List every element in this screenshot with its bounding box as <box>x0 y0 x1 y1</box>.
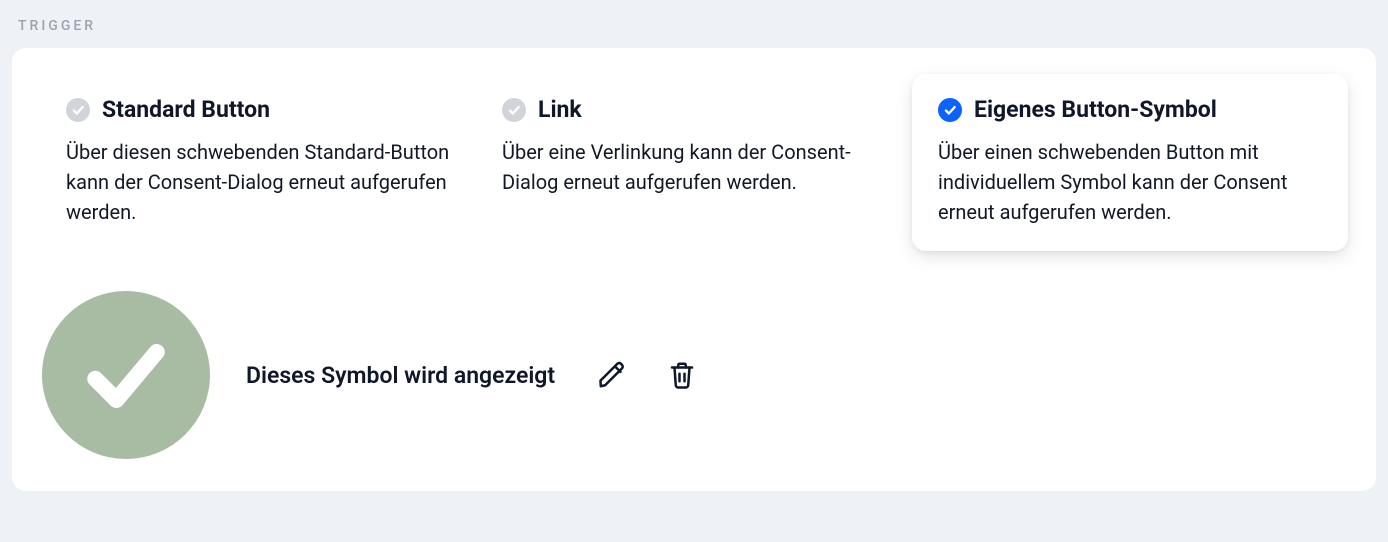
symbol-preview-image <box>42 291 210 459</box>
radio-unchecked-icon <box>66 98 90 122</box>
option-header: Link <box>502 96 886 123</box>
delete-button[interactable] <box>661 354 703 396</box>
option-custom-button-symbol[interactable]: Eigenes Button-Symbol Über einen schwebe… <box>912 74 1348 251</box>
symbol-preview-row: Dieses Symbol wird angezeigt <box>40 291 1348 459</box>
option-standard-button[interactable]: Standard Button Über diesen schwebenden … <box>40 74 476 251</box>
symbol-caption: Dieses Symbol wird angezeigt <box>246 362 555 389</box>
option-description: Über einen schwebenden Button mit indivi… <box>938 137 1322 227</box>
option-header: Standard Button <box>66 96 450 123</box>
option-link[interactable]: Link Über eine Verlinkung kann der Conse… <box>476 74 912 251</box>
option-header: Eigenes Button-Symbol <box>938 96 1322 123</box>
edit-button[interactable] <box>591 354 633 396</box>
option-description: Über eine Verlinkung kann der Consent-Di… <box>502 137 886 197</box>
option-description: Über diesen schwebenden Standard-Button … <box>66 137 450 227</box>
option-title: Link <box>538 96 582 123</box>
radio-checked-icon <box>938 98 962 122</box>
trash-icon <box>667 360 697 390</box>
options-row: Standard Button Über diesen schwebenden … <box>40 74 1348 251</box>
trigger-panel: Standard Button Über diesen schwebenden … <box>12 48 1376 491</box>
pencil-icon <box>597 360 627 390</box>
radio-unchecked-icon <box>502 98 526 122</box>
section-label: TRIGGER <box>0 0 1388 48</box>
option-title: Standard Button <box>102 96 270 123</box>
option-title: Eigenes Button-Symbol <box>974 96 1217 123</box>
symbol-actions <box>591 354 703 396</box>
